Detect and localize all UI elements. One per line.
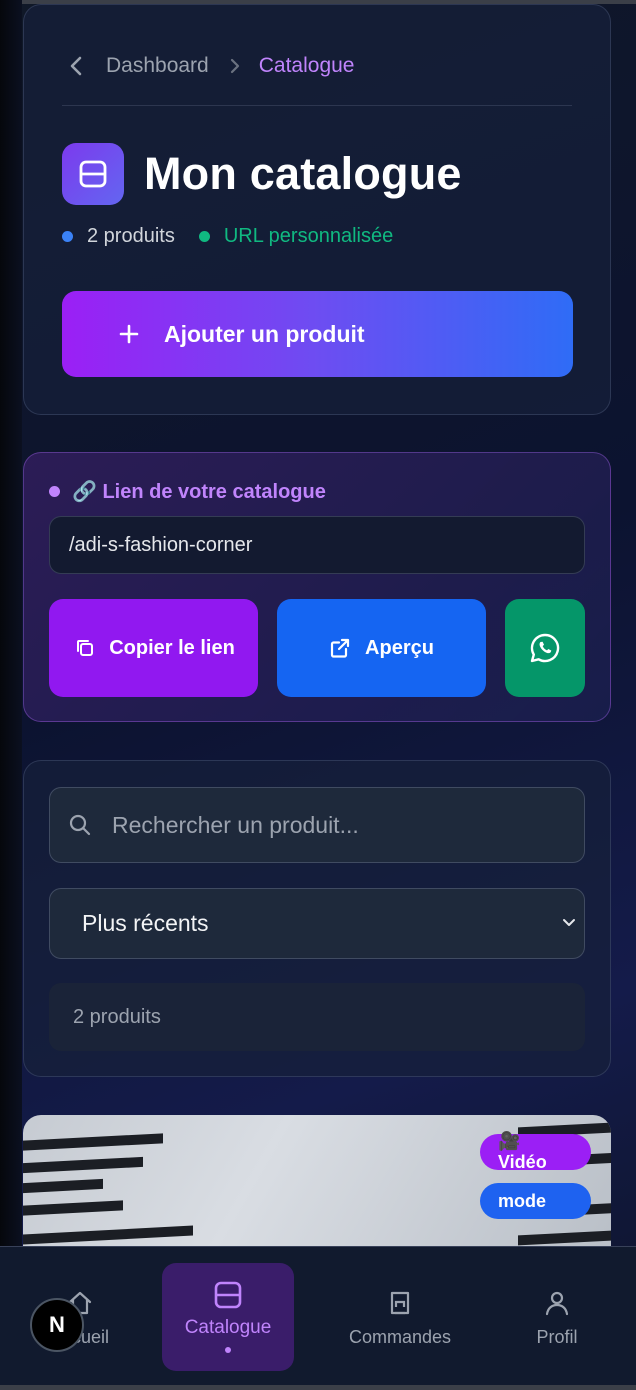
category-badge: mode: [480, 1183, 591, 1219]
whatsapp-share-button[interactable]: [505, 599, 585, 697]
url-status-text: URL personnalisée: [223, 225, 394, 247]
copy-link-label: Copier le lien: [109, 636, 235, 659]
nav-label-profile: Profil: [536, 1327, 578, 1347]
blue-dot-icon: [62, 231, 73, 242]
chevron-down-icon: [560, 913, 578, 931]
plus-icon: [114, 319, 144, 349]
catalog-url-field[interactable]: [49, 516, 585, 574]
bottom-nav: Accueil Catalogue Commandes Profil: [0, 1246, 636, 1390]
left-shade: [0, 0, 22, 1390]
external-link-icon: [329, 637, 351, 659]
preview-button[interactable]: Aperçu: [277, 599, 486, 697]
copy-icon: [75, 638, 95, 658]
product-count-text: 2 produits: [87, 225, 175, 247]
search-input[interactable]: [112, 811, 552, 839]
catalog-link-label: 🔗 Lien de votre catalogue: [49, 479, 326, 504]
video-badge: 🎥 Vidéo: [480, 1131, 591, 1172]
copy-link-button[interactable]: Copier le lien: [49, 599, 258, 697]
green-dot-icon: [198, 231, 210, 242]
nav-item-catalogue[interactable]: Catalogue: [162, 1263, 294, 1371]
catalogue-icon: [62, 143, 124, 205]
meta-row: 2 produits URL personnalisée: [62, 225, 393, 248]
catalog-link-label-text: 🔗 Lien de votre catalogue: [72, 481, 326, 503]
breadcrumb-current: Catalogue: [258, 54, 355, 77]
nav-item-profile[interactable]: Profil: [520, 1247, 594, 1390]
page-title: Mon catalogue: [144, 148, 462, 199]
back-chevron-icon[interactable]: [68, 52, 96, 80]
purple-dot-icon: [49, 486, 60, 497]
url-status: URL personnalisée: [198, 225, 394, 248]
filter-card: Plus récents 2 produits: [23, 760, 611, 1077]
product-count: 2 produits: [62, 225, 175, 248]
dev-tools-badge[interactable]: N: [30, 1298, 84, 1352]
link-actions: Copier le lien Aperçu: [49, 599, 585, 697]
title-row: Mon catalogue: [62, 143, 462, 205]
sort-selected-value: Plus récents: [82, 910, 209, 936]
add-product-label: Ajouter un produit: [164, 320, 365, 347]
sort-select[interactable]: Plus récents: [49, 888, 585, 959]
orders-icon: [386, 1287, 414, 1319]
preview-label: Aperçu: [365, 636, 434, 659]
add-product-button[interactable]: Ajouter un produit: [62, 291, 573, 377]
whatsapp-icon: [528, 631, 562, 665]
catalog-link-card: 🔗 Lien de votre catalogue Copier le lien…: [23, 452, 611, 722]
breadcrumb-dashboard-link[interactable]: Dashboard: [106, 54, 209, 78]
header-card: Dashboard Catalogue Mon catalogue 2 prod…: [23, 4, 611, 415]
result-count: 2 produits: [49, 983, 585, 1051]
chevron-right-icon: [229, 57, 241, 75]
bottom-edge: [0, 1385, 636, 1390]
nav-item-orders[interactable]: Commandes: [340, 1247, 460, 1390]
divider: [62, 105, 572, 106]
nav-label-orders: Commandes: [348, 1327, 452, 1347]
search-icon: [68, 813, 92, 837]
catalogue-icon: [213, 1279, 243, 1311]
breadcrumb: Dashboard Catalogue: [68, 49, 354, 83]
active-indicator: [225, 1347, 231, 1353]
nav-label-catalogue: Catalogue: [184, 1317, 272, 1338]
profile-icon: [543, 1287, 571, 1319]
search-box: [49, 787, 585, 863]
product-card[interactable]: 🎥 Vidéo mode: [23, 1115, 611, 1255]
